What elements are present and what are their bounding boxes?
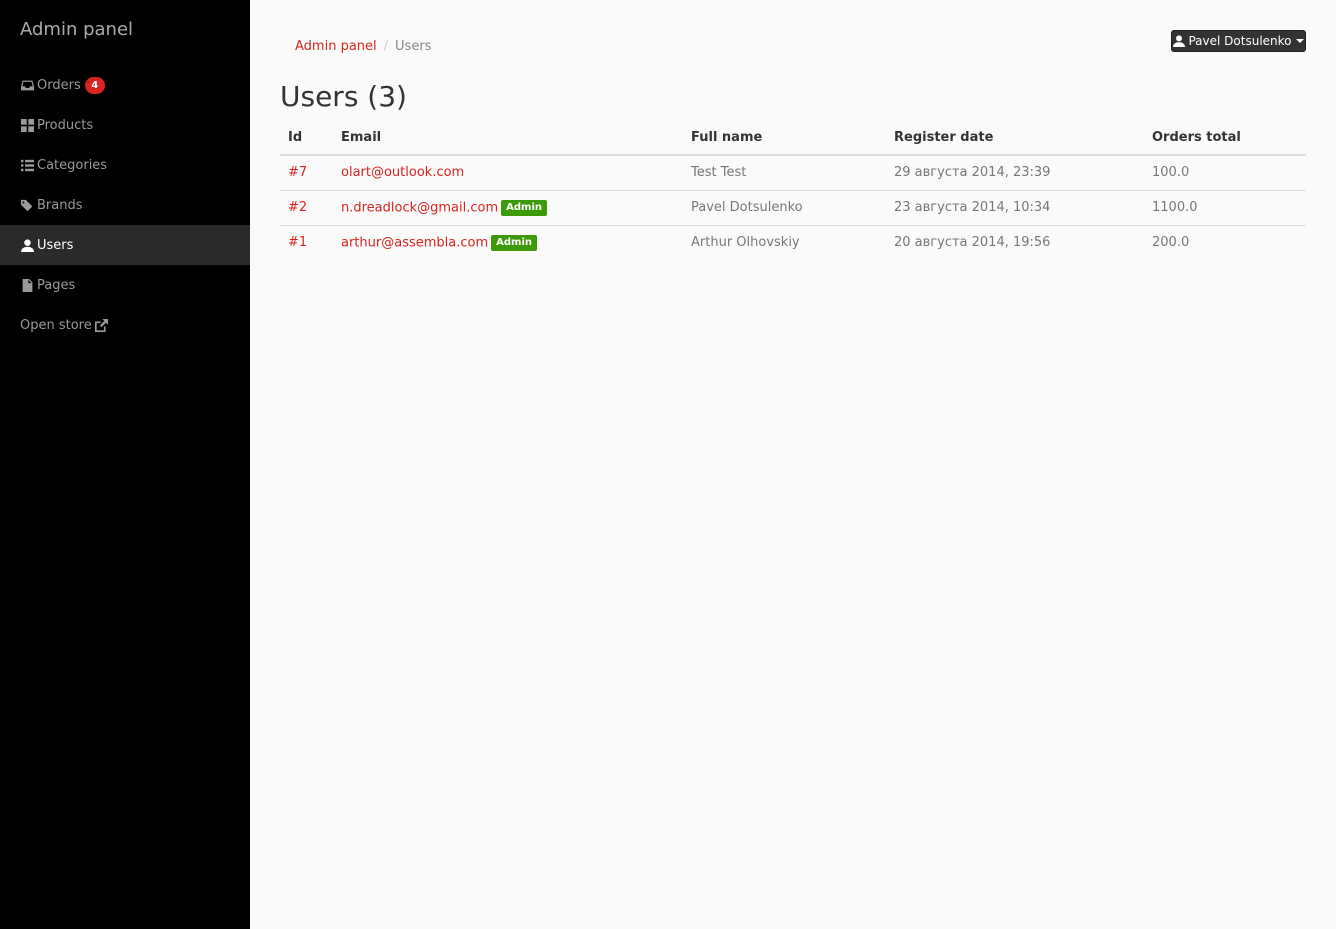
cell-orders-total: 100.0 [1144, 155, 1306, 191]
cell-full-name: Arthur Olhovskiy [691, 235, 800, 251]
user-id-link[interactable]: #2 [288, 200, 307, 215]
cell-full-name: Pavel Dotsulenko [683, 190, 886, 226]
sidebar: Admin panel Orders 4 Products Categories… [0, 0, 250, 929]
file-icon [20, 278, 34, 292]
breadcrumb: Admin panel / Users [295, 39, 431, 54]
cell-id: #2 [280, 190, 333, 226]
sidebar-item-label: Products [37, 117, 94, 133]
sidebar-item-label: Open store [20, 317, 92, 333]
cell-email: n.dreadlock@gmail.com Admin [333, 190, 683, 226]
cell-register-date: 23 августа 2014, 10:34 [886, 190, 1144, 226]
sidebar-item-orders[interactable]: Orders 4 [0, 65, 250, 105]
user-email-link[interactable]: arthur@assembla.com [341, 235, 488, 250]
users-table: Id Email Full name Register date Orders … [280, 120, 1306, 260]
user-menu-name: Pavel Dotsulenko [1188, 34, 1292, 48]
column-header-email: Email [333, 120, 683, 156]
sidebar-item-label: Categories [37, 157, 108, 173]
cell-register-date: 29 августа 2014, 23:39 [886, 155, 1144, 191]
list-icon [20, 158, 34, 172]
breadcrumb-separator: / [383, 39, 389, 54]
breadcrumb-root-link[interactable]: Admin panel [295, 39, 377, 54]
sidebar-item-pages[interactable]: Pages [0, 265, 250, 305]
sidebar-brand[interactable]: Admin panel [20, 19, 133, 40]
user-email-link[interactable]: n.dreadlock@gmail.com [341, 200, 498, 215]
user-menu-button[interactable]: Pavel Dotsulenko [1171, 30, 1306, 52]
cell-register-date: 20 августа 2014, 19:56 [894, 235, 1051, 251]
inbox-icon [20, 78, 34, 92]
user-id-link[interactable]: #1 [288, 235, 307, 250]
sidebar-item-products[interactable]: Products [0, 105, 250, 145]
sidebar-item-label: Orders [37, 77, 81, 93]
user-email-link[interactable]: olart@outlook.com [341, 165, 464, 180]
tags-icon [20, 198, 34, 212]
admin-badge: Admin [491, 234, 538, 251]
column-header-orders-total: Orders total [1144, 120, 1306, 156]
cell-full-name: Test Test [683, 155, 886, 191]
sidebar-item-open-store[interactable]: Open store [0, 305, 250, 345]
cell-email: olart@outlook.com [333, 155, 683, 191]
sidebar-item-label: Pages [37, 277, 76, 293]
sidebar-item-brands[interactable]: Brands [0, 185, 250, 225]
column-header-full-name: Full name [683, 120, 886, 156]
table-row: #1 arthur@assembla.com Admin Arthur Olhov… [280, 225, 1306, 260]
cell-email: arthur@assembla.com Admin [333, 225, 683, 260]
sidebar-item-label: Brands [37, 197, 83, 213]
caret-down-icon [1295, 39, 1304, 43]
column-header-register-date: Register date [886, 120, 1144, 156]
th-large-icon [20, 118, 34, 132]
column-header-id: Id [280, 120, 333, 156]
cell-orders-total: 200.0 [1152, 235, 1190, 251]
table-header-row: Id Email Full name Register date Orders … [280, 120, 1306, 156]
breadcrumb-current: Users [395, 39, 432, 54]
user-id-link[interactable]: #7 [288, 165, 307, 180]
main-content: Admin panel / Users Pavel Dotsulenko Use… [250, 0, 1336, 929]
admin-badge: Admin [501, 199, 548, 216]
orders-count-badge: 4 [84, 76, 105, 94]
cell-orders-total: 1100.0 [1144, 190, 1306, 226]
cell-id: #7 [280, 155, 333, 191]
sidebar-item-users[interactable]: Users [0, 225, 250, 265]
user-icon [1173, 35, 1186, 47]
cell-id: #1 [280, 225, 333, 260]
user-icon [20, 238, 34, 252]
table-row: #7 olart@outlook.com Test Test 29 август… [280, 155, 1306, 191]
external-link-icon [94, 318, 108, 332]
sidebar-item-categories[interactable]: Categories [0, 145, 250, 185]
page-title: Users (3) [280, 80, 407, 113]
table-row: #2 n.dreadlock@gmail.com Admin Pavel Dots… [280, 190, 1306, 226]
sidebar-item-label: Users [37, 237, 74, 253]
